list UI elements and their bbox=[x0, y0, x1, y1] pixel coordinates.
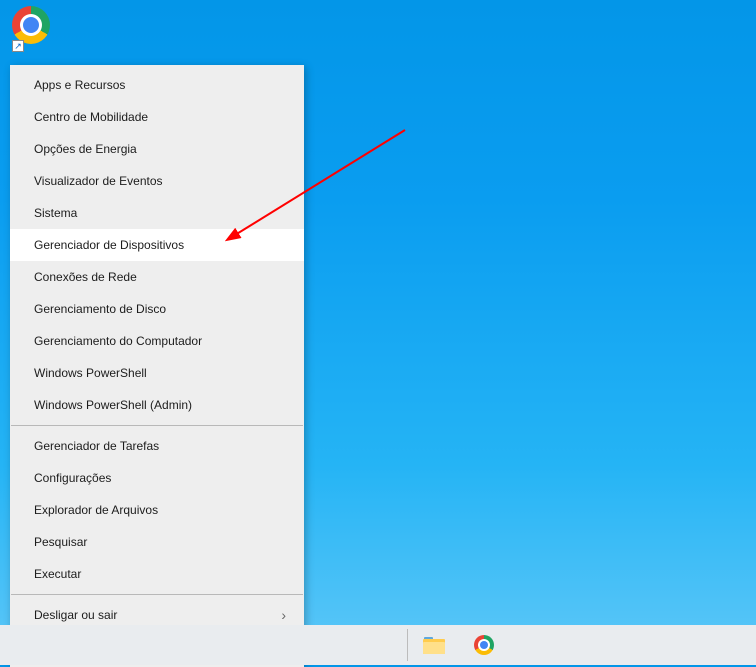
menu-item-sistema[interactable]: Sistema bbox=[10, 197, 304, 229]
menu-item-label: Conexões de Rede bbox=[34, 269, 137, 285]
taskbar-chrome[interactable] bbox=[463, 625, 505, 665]
chevron-right-icon: › bbox=[281, 607, 286, 623]
menu-item-label: Explorador de Arquivos bbox=[34, 502, 158, 518]
taskbar-separator bbox=[407, 629, 408, 661]
menu-separator bbox=[11, 594, 303, 595]
menu-item-configuracoes[interactable]: Configurações bbox=[10, 462, 304, 494]
menu-item-label: Sistema bbox=[34, 205, 77, 221]
menu-item-label: Apps e Recursos bbox=[34, 77, 125, 93]
menu-separator bbox=[11, 425, 303, 426]
menu-item-apps-recursos[interactable]: Apps e Recursos bbox=[10, 69, 304, 101]
taskbar-file-explorer[interactable] bbox=[413, 625, 455, 665]
menu-item-label: Opções de Energia bbox=[34, 141, 137, 157]
menu-item-pesquisar[interactable]: Pesquisar bbox=[10, 526, 304, 558]
menu-item-gerenciador-tarefas[interactable]: Gerenciador de Tarefas bbox=[10, 430, 304, 462]
menu-item-gerenciamento-computador[interactable]: Gerenciamento do Computador bbox=[10, 325, 304, 357]
menu-item-label: Centro de Mobilidade bbox=[34, 109, 148, 125]
menu-item-label: Executar bbox=[34, 566, 81, 582]
menu-item-label: Windows PowerShell bbox=[34, 365, 147, 381]
shortcut-arrow-badge: ↗ bbox=[12, 40, 24, 52]
menu-item-powershell[interactable]: Windows PowerShell bbox=[10, 357, 304, 389]
menu-item-label: Gerenciador de Dispositivos bbox=[34, 237, 184, 253]
menu-item-centro-mobilidade[interactable]: Centro de Mobilidade bbox=[10, 101, 304, 133]
menu-item-opcoes-energia[interactable]: Opções de Energia bbox=[10, 133, 304, 165]
menu-item-gerenciador-dispositivos[interactable]: Gerenciador de Dispositivos bbox=[10, 229, 304, 261]
menu-item-powershell-admin[interactable]: Windows PowerShell (Admin) bbox=[10, 389, 304, 421]
file-explorer-icon bbox=[423, 636, 445, 654]
winx-context-menu: Apps e Recursos Centro de Mobilidade Opç… bbox=[10, 65, 304, 667]
menu-item-label: Visualizador de Eventos bbox=[34, 173, 163, 189]
taskbar bbox=[0, 625, 756, 665]
menu-item-gerenciamento-disco[interactable]: Gerenciamento de Disco bbox=[10, 293, 304, 325]
menu-item-explorador-arquivos[interactable]: Explorador de Arquivos bbox=[10, 494, 304, 526]
chrome-shortcut[interactable]: ↗ bbox=[12, 6, 52, 52]
menu-item-label: Desligar ou sair bbox=[34, 607, 117, 623]
menu-item-conexoes-rede[interactable]: Conexões de Rede bbox=[10, 261, 304, 293]
menu-item-label: Gerenciamento do Computador bbox=[34, 333, 202, 349]
menu-item-label: Windows PowerShell (Admin) bbox=[34, 397, 192, 413]
menu-item-label: Configurações bbox=[34, 470, 111, 486]
chrome-icon bbox=[12, 6, 50, 44]
menu-item-label: Gerenciador de Tarefas bbox=[34, 438, 159, 454]
menu-item-executar[interactable]: Executar bbox=[10, 558, 304, 590]
menu-item-label: Gerenciamento de Disco bbox=[34, 301, 166, 317]
chrome-icon bbox=[474, 635, 494, 655]
menu-item-visualizador-eventos[interactable]: Visualizador de Eventos bbox=[10, 165, 304, 197]
menu-item-label: Pesquisar bbox=[34, 534, 87, 550]
